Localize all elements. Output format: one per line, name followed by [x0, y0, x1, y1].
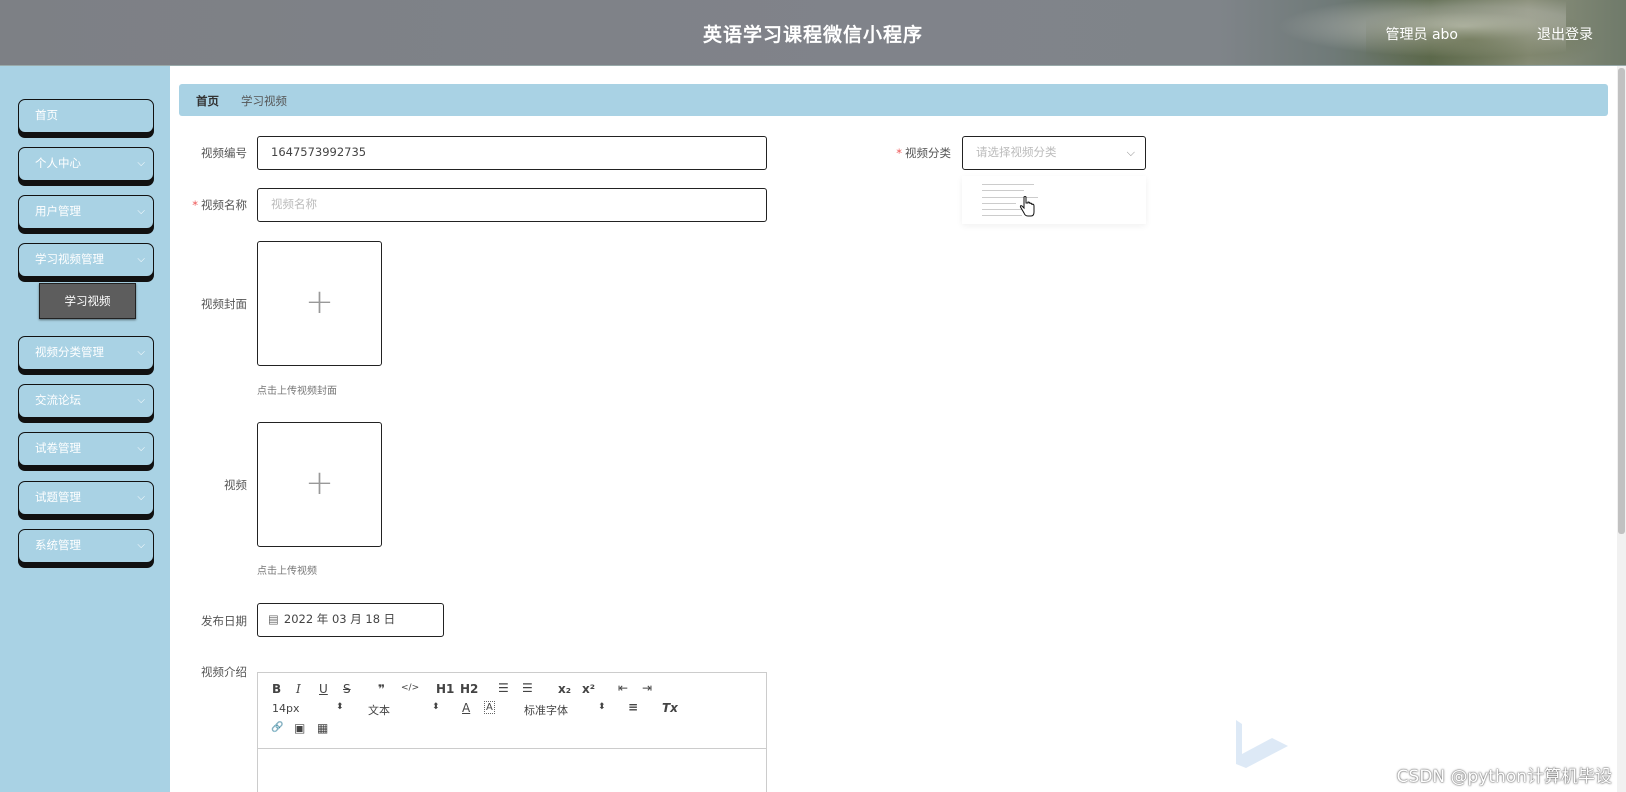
- video-no-label: 视频编号: [201, 146, 247, 160]
- sidebar-item-label: 系统管理: [35, 538, 81, 552]
- bullet-list-icon[interactable]: ☰: [522, 681, 533, 695]
- required-mark: *: [896, 146, 902, 160]
- required-mark: *: [192, 198, 198, 212]
- indent-icon[interactable]: ⇥: [642, 681, 652, 695]
- sidebar-subitem-study-video[interactable]: 学习视频: [39, 283, 136, 319]
- cover-hint: 点击上传视频封面: [257, 386, 337, 397]
- chevron-updown-icon: ⬍: [432, 702, 440, 712]
- sidebar-item-home[interactable]: 首页: [18, 99, 154, 133]
- category-select[interactable]: 请选择视频分类 ⌵: [962, 136, 1146, 170]
- h2-icon[interactable]: H2: [460, 682, 478, 696]
- link-icon[interactable]: 🔗: [271, 722, 283, 733]
- chevron-down-icon: ⌵: [137, 158, 145, 169]
- chevron-down-icon: ⌵: [137, 492, 145, 503]
- category-label: * 视频分类: [896, 146, 951, 160]
- italic-icon[interactable]: I: [296, 682, 301, 696]
- breadcrumb-home[interactable]: 首页: [196, 93, 219, 109]
- breadcrumb-current: 学习视频: [241, 94, 287, 108]
- sidebar-item-personal-center[interactable]: 个人中心 ⌵: [18, 147, 154, 181]
- sidebar-item-label: 首页: [35, 108, 58, 122]
- publish-date-input[interactable]: ▤ 2022 年 03 月 18 日: [257, 603, 444, 637]
- video-hint: 点击上传视频: [257, 566, 317, 577]
- calendar-icon: ▤: [268, 612, 279, 626]
- sidebar-item-label: 个人中心: [35, 156, 81, 170]
- plus-icon: +: [305, 282, 334, 322]
- outdent-icon[interactable]: ⇤: [618, 681, 628, 695]
- sidebar-item-user-management[interactable]: 用户管理 ⌵: [18, 195, 154, 229]
- header-bar: 英语学习课程微信小程序 管理员 abo 退出登录: [0, 0, 1626, 66]
- hand-cursor-icon: [1019, 196, 1035, 217]
- logout-button[interactable]: 退出登录: [1537, 24, 1593, 44]
- paragraph-select[interactable]: 文本: [368, 702, 390, 718]
- video-icon[interactable]: ▦: [317, 721, 328, 735]
- video-upload[interactable]: +: [257, 422, 382, 547]
- video-name-label: * 视频名称: [192, 198, 247, 212]
- clean-format-icon[interactable]: Tx: [662, 701, 678, 715]
- chevron-down-icon: ⌵: [137, 540, 145, 551]
- sidebar-item-forum[interactable]: 交流论坛 ⌵: [18, 384, 154, 418]
- scrollbar-thumb[interactable]: [1618, 68, 1625, 534]
- sidebar-item-label: 学习视频管理: [35, 252, 104, 266]
- chevron-down-icon: ⌵: [137, 206, 145, 217]
- sidebar-item-video-management[interactable]: 学习视频管理 ⌵: [18, 243, 154, 277]
- sidebar-item-label: 交流论坛: [35, 393, 81, 407]
- image-icon[interactable]: ▣: [294, 721, 305, 735]
- background-color-icon[interactable]: A: [484, 701, 495, 714]
- h1-icon[interactable]: H1: [436, 682, 454, 696]
- cover-label: 视频封面: [201, 297, 247, 311]
- chevron-down-icon: ⌵: [137, 347, 145, 358]
- code-icon[interactable]: </>: [401, 683, 419, 693]
- plus-icon: +: [305, 463, 334, 503]
- sidebar-item-question-management[interactable]: 试题管理 ⌵: [18, 481, 154, 515]
- intro-label: 视频介绍: [201, 665, 247, 679]
- sidebar-item-exam-management[interactable]: 试卷管理 ⌵: [18, 432, 154, 466]
- subscript-icon[interactable]: x₂: [558, 682, 571, 696]
- chevron-updown-icon: ⬍: [336, 702, 344, 712]
- align-icon[interactable]: ≡: [628, 700, 638, 714]
- sidebar-item-label: 试题管理: [35, 490, 81, 504]
- superscript-icon[interactable]: x²: [582, 682, 595, 696]
- strike-icon[interactable]: S: [343, 682, 351, 696]
- video-label: 视频: [224, 478, 247, 492]
- quote-icon[interactable]: ❞: [378, 682, 385, 696]
- publish-date-label: 发布日期: [201, 614, 247, 628]
- sidebar-item-label: 试卷管理: [35, 441, 81, 455]
- font-family-select[interactable]: 标准字体: [524, 702, 568, 718]
- underline-icon[interactable]: U: [319, 682, 328, 696]
- current-user: 管理员 abo: [1385, 27, 1458, 43]
- video-no-input[interactable]: 1647573992735: [257, 136, 767, 170]
- bold-icon[interactable]: B: [272, 682, 281, 696]
- sidebar-item-category-management[interactable]: 视频分类管理 ⌵: [18, 336, 154, 370]
- category-dropdown[interactable]: [962, 176, 1146, 224]
- sidebar-item-system-management[interactable]: 系统管理 ⌵: [18, 529, 154, 563]
- watermark-logo-icon: [1236, 720, 1288, 768]
- cover-upload[interactable]: +: [257, 241, 382, 366]
- font-color-icon[interactable]: A: [462, 701, 470, 715]
- sidebar-item-label: 视频分类管理: [35, 345, 104, 359]
- chevron-down-icon: ⌵: [137, 443, 145, 454]
- rich-text-editor[interactable]: B I U S ❞ </> H1 H2 ☰ ☰ x₂ x² ⇤ ⇥ 14px ⬍…: [257, 672, 767, 792]
- breadcrumb: 首页 学习视频: [179, 84, 1608, 116]
- font-size-select[interactable]: 14px: [272, 702, 300, 715]
- chevron-down-icon: ⌵: [1126, 146, 1135, 159]
- ordered-list-icon[interactable]: ☰: [498, 681, 509, 695]
- chevron-down-icon: ⌵: [137, 395, 145, 406]
- video-name-input[interactable]: 视频名称: [257, 188, 767, 222]
- chevron-updown-icon: ⬍: [598, 702, 606, 712]
- app-title: 英语学习课程微信小程序: [702, 24, 923, 46]
- watermark-text: CSDN @python计算机毕设: [1396, 767, 1612, 787]
- editor-toolbar: B I U S ❞ </> H1 H2 ☰ ☰ x₂ x² ⇤ ⇥ 14px ⬍…: [258, 673, 766, 749]
- chevron-down-icon: ⌵: [137, 254, 145, 265]
- sidebar-item-label: 用户管理: [35, 204, 81, 218]
